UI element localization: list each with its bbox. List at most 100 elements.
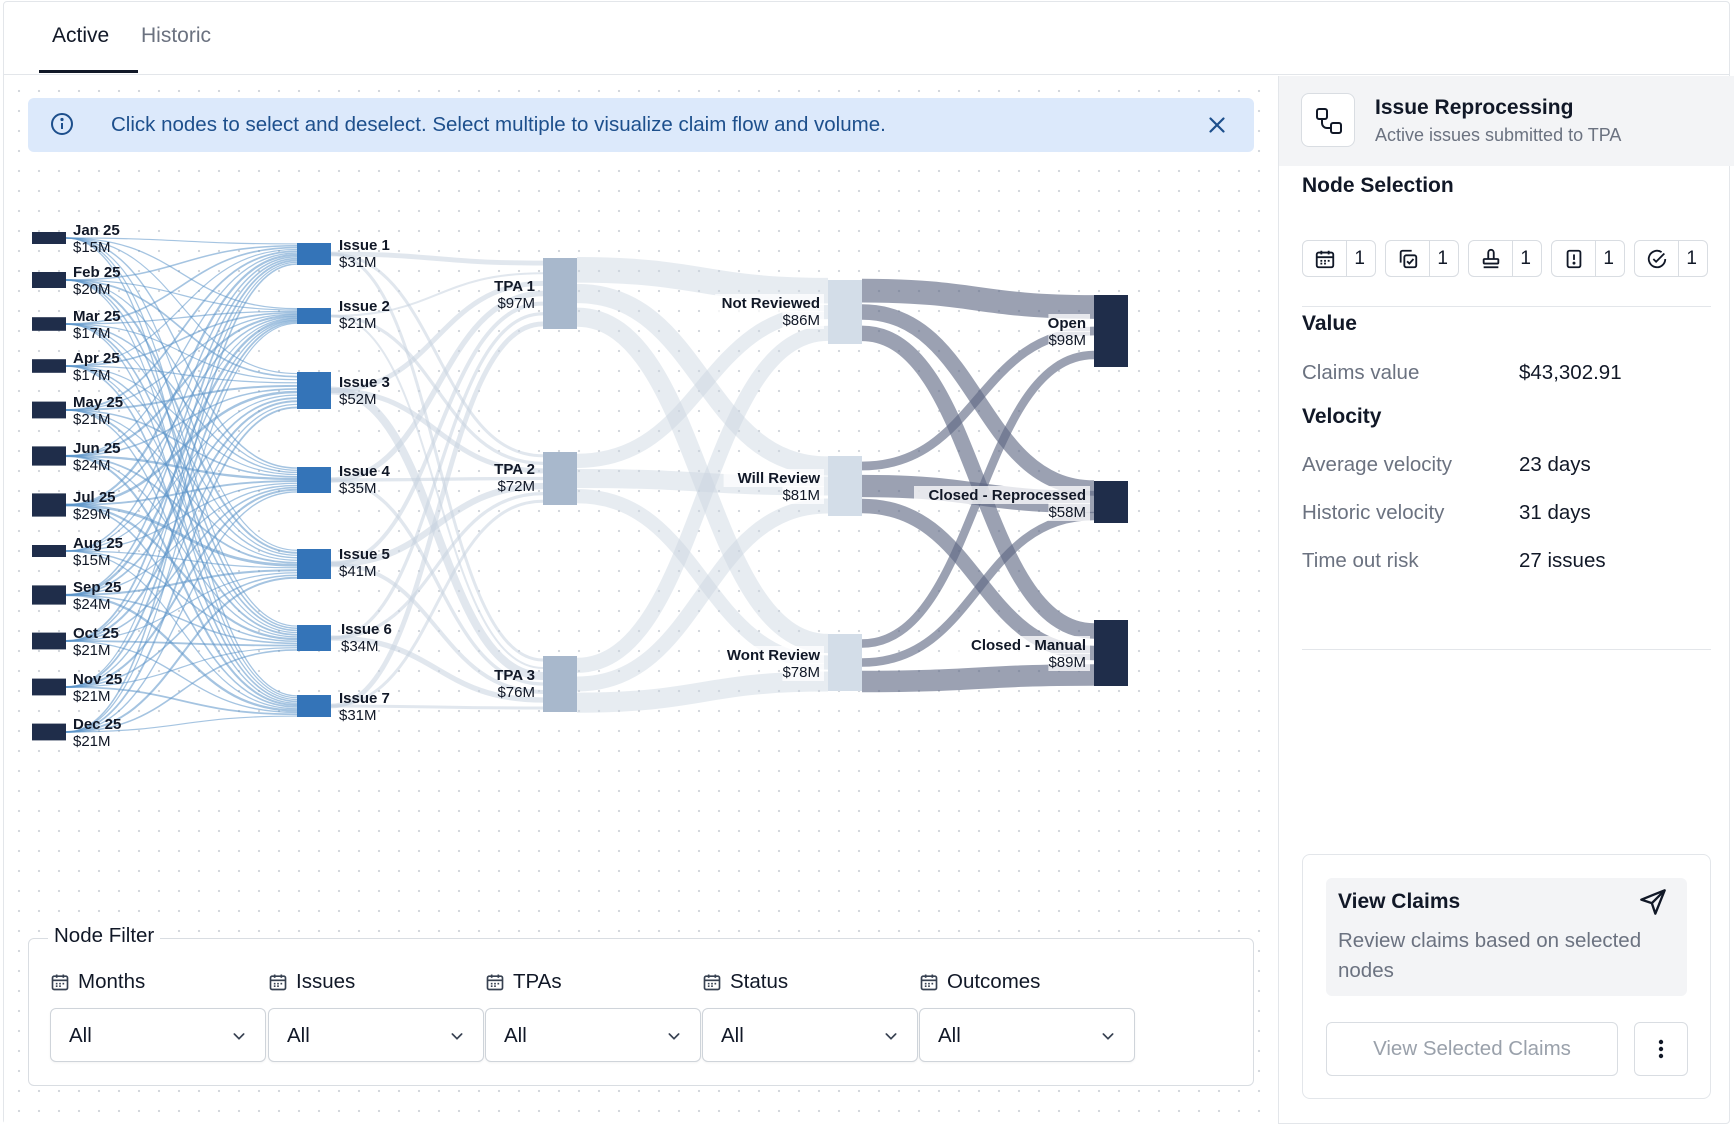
- filter-tpas-label: TPAs: [513, 970, 562, 993]
- view-selected-claims-button[interactable]: View Selected Claims: [1326, 1022, 1618, 1076]
- tab-historic[interactable]: Historic: [141, 24, 211, 48]
- month-label: Oct 25: [73, 625, 119, 642]
- issue-node[interactable]: [297, 308, 331, 324]
- tpa-node[interactable]: [543, 656, 577, 712]
- tpa-label: TPA 1: [494, 278, 535, 295]
- month-node[interactable]: [32, 632, 66, 650]
- filter-issues-label: Issues: [296, 970, 356, 993]
- month-value: $21M: [73, 642, 111, 659]
- status-value: $81M: [782, 487, 820, 504]
- month-value: $21M: [73, 733, 111, 750]
- issues-select[interactable]: All: [268, 1008, 484, 1062]
- month-label: Jul 25: [73, 489, 116, 506]
- node-selection-title: Node Selection: [1302, 174, 1454, 197]
- month-node[interactable]: [32, 317, 66, 331]
- status-node[interactable]: [828, 634, 862, 691]
- chevron-down-icon: [233, 1033, 245, 1040]
- month-node[interactable]: [32, 401, 66, 419]
- filter-months-label: Months: [78, 970, 146, 993]
- chip-status[interactable]: 1: [1551, 240, 1625, 277]
- months-select[interactable]: All: [50, 1008, 266, 1062]
- copy-check-icon: [1399, 249, 1417, 268]
- issue-node[interactable]: [297, 372, 331, 409]
- chip-issues[interactable]: 1: [1385, 240, 1459, 277]
- check-circle-icon: [1647, 249, 1666, 268]
- issue-label: Issue 3: [339, 374, 390, 391]
- filter-outcomes: Outcomes All: [919, 968, 1135, 1062]
- month-label: Aug 25: [73, 535, 123, 552]
- issue-value: $21M: [339, 315, 377, 332]
- issue-label: Issue 2: [339, 298, 390, 315]
- month-value: $24M: [73, 596, 111, 613]
- sankey-diagram: Jan 25$15MFeb 25$20MMar 25$17MApr 25$17M…: [32, 222, 1128, 750]
- issue-node[interactable]: [297, 549, 331, 579]
- month-label: Mar 25: [73, 308, 121, 325]
- chip-tpas[interactable]: 1: [1468, 240, 1542, 277]
- link-tpa-status: [576, 257, 829, 304]
- month-node[interactable]: [32, 359, 66, 373]
- chip-months[interactable]: 1: [1302, 240, 1376, 277]
- chip-outcomes[interactable]: 1: [1634, 240, 1708, 277]
- month-value: $21M: [73, 688, 111, 705]
- issue-value: $35M: [339, 480, 377, 497]
- view-claims-card: View Claims Review claims based on selec…: [1302, 854, 1711, 1099]
- month-label: May 25: [73, 394, 123, 411]
- issue-node[interactable]: [297, 467, 331, 493]
- month-node[interactable]: [32, 585, 66, 605]
- tpa-value: $72M: [497, 478, 535, 495]
- tab-bar: Active Historic: [4, 2, 1729, 75]
- month-label: Feb 25: [73, 264, 121, 281]
- month-node[interactable]: [32, 446, 66, 466]
- outcomes-select[interactable]: All: [919, 1008, 1135, 1062]
- month-node[interactable]: [32, 678, 66, 696]
- outcome-node[interactable]: [1094, 481, 1128, 523]
- issue-label: Issue 4: [339, 463, 391, 480]
- calendar-icon: [269, 974, 287, 991]
- panel-title: Issue Reprocessing: [1375, 96, 1574, 119]
- month-value: $15M: [73, 552, 111, 569]
- status-select-value: All: [721, 1024, 744, 1047]
- outcomes-select-value: All: [938, 1024, 961, 1047]
- status-node[interactable]: [828, 280, 862, 344]
- tpas-select-value: All: [504, 1024, 527, 1047]
- filter-months: Months All: [50, 968, 266, 1062]
- tab-active[interactable]: Active: [52, 24, 109, 48]
- issue-value: $41M: [339, 563, 377, 580]
- outcome-node[interactable]: [1094, 620, 1128, 686]
- outcome-node[interactable]: [1094, 295, 1128, 367]
- average-velocity-label: Average velocity: [1302, 453, 1453, 476]
- panel-header: Issue Reprocessing Active issues submitt…: [1279, 76, 1734, 166]
- month-node[interactable]: [32, 723, 66, 741]
- right-panel: Issue Reprocessing Active issues submitt…: [1279, 76, 1734, 1124]
- alert-file-icon: [1566, 249, 1581, 268]
- month-node[interactable]: [32, 272, 66, 288]
- chevron-down-icon: [1102, 1033, 1114, 1040]
- send-icon[interactable]: [1639, 888, 1667, 916]
- stamp-icon: [1482, 248, 1499, 268]
- issues-select-value: All: [287, 1024, 310, 1047]
- status-value: $86M: [782, 312, 820, 329]
- chip-issues-count: 1: [1437, 248, 1448, 269]
- status-node[interactable]: [828, 456, 862, 516]
- outcome-label: Closed - Reprocessed: [928, 487, 1086, 504]
- status-value: $78M: [782, 664, 820, 681]
- month-node[interactable]: [32, 545, 66, 557]
- issue-node[interactable]: [297, 243, 331, 265]
- tpa-node[interactable]: [543, 258, 577, 329]
- more-options-button[interactable]: [1634, 1022, 1688, 1076]
- status-label: Not Reviewed: [722, 295, 820, 312]
- chip-outcomes-count: 1: [1686, 248, 1697, 269]
- tpa-label: TPA 3: [494, 667, 535, 684]
- claims-value-label: Claims value: [1302, 361, 1420, 384]
- link-status-outcome: [861, 664, 1095, 693]
- tpas-select[interactable]: All: [485, 1008, 701, 1062]
- month-label: Jan 25: [73, 222, 120, 239]
- month-node[interactable]: [32, 232, 66, 244]
- month-node[interactable]: [32, 493, 66, 517]
- more-vertical-icon: [1658, 1039, 1664, 1059]
- status-select[interactable]: All: [702, 1008, 918, 1062]
- issue-node[interactable]: [297, 625, 331, 651]
- chevron-down-icon: [451, 1033, 463, 1040]
- issue-node[interactable]: [297, 695, 331, 717]
- tpa-node[interactable]: [543, 452, 577, 505]
